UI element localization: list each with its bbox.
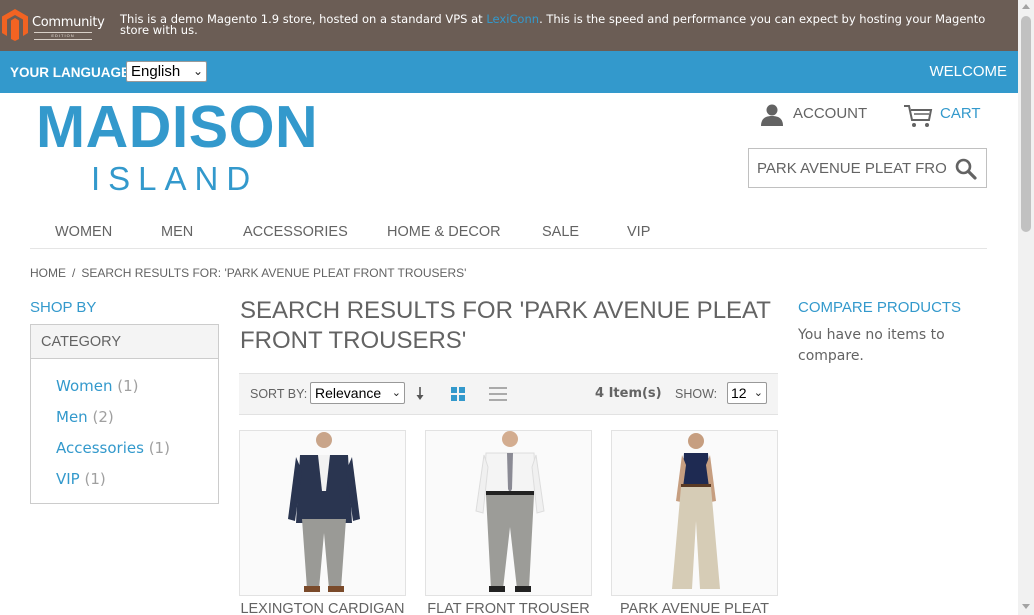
nav-item-vip[interactable]: VIP [627, 224, 650, 240]
product-photo [240, 431, 405, 595]
nav-item-accessories[interactable]: ACCESSORIES [243, 224, 348, 240]
breadcrumb-home[interactable]: HOME [30, 266, 66, 280]
search-box: PARK AVENUE PLEAT FRONT TROUSERS [748, 148, 987, 188]
chevron-down-icon: ⌄ [391, 387, 401, 399]
compare-empty-message: You have no items to compare. [798, 327, 945, 364]
limit-select[interactable]: 12 ⌄ [727, 382, 767, 404]
sort-direction-icon[interactable] [415, 384, 425, 402]
product-name[interactable]: LEXINGTON CARDIGAN [239, 601, 406, 615]
category-item-men[interactable]: Men (2) [56, 408, 114, 426]
show-label: SHOW: [675, 387, 718, 401]
product-image-park-avenue-pleat[interactable] [611, 430, 778, 596]
search-input[interactable]: PARK AVENUE PLEAT FRONT TROUSERS [757, 160, 947, 177]
product-image-lexington-cardigan[interactable] [239, 430, 406, 596]
logo-line1: MADISON [36, 94, 319, 160]
breadcrumb-current: SEARCH RESULTS FOR: 'PARK AVENUE PLEAT F… [81, 266, 467, 280]
shop-by-heading: SHOP BY [30, 299, 97, 316]
logo-line2: ISLAND [91, 160, 259, 197]
limit-selected-value: 12 [731, 385, 747, 401]
category-name: Accessories [56, 439, 144, 457]
cart-icon [904, 105, 933, 127]
language-select[interactable]: English ⌄ [126, 61, 207, 82]
nav-item-men[interactable]: MEN [161, 224, 193, 240]
cart-label: CART [940, 105, 981, 122]
category-item-accessories[interactable]: Accessories (1) [56, 439, 170, 457]
page-title: SEARCH RESULTS FOR 'PARK AVENUE PLEAT FR… [240, 297, 771, 354]
magento-logo-icon [2, 9, 28, 41]
category-filter-header: CATEGORY [31, 325, 218, 359]
category-name: Women [56, 377, 113, 395]
scrollbar-thumb[interactable] [1021, 16, 1031, 232]
product-name[interactable]: PARK AVENUE PLEAT [611, 601, 778, 615]
product-name[interactable]: FLAT FRONT TROUSER [425, 601, 592, 615]
sort-selected-value: Relevance [315, 385, 382, 401]
language-label: YOUR LANGUAGE: [10, 65, 135, 80]
page-scrollbar[interactable] [1018, 0, 1034, 615]
lexiconn-link[interactable]: LexiConn [486, 12, 539, 26]
demo-notice-text: This is a demo Magento 1.9 store, hosted… [120, 12, 1005, 36]
breadcrumb-separator: / [72, 266, 76, 280]
results-toolbar: SORT BY: Relevance ⌄ 4 Item(s) SHOW: 12 … [239, 373, 778, 415]
logo-text: Community [32, 15, 105, 30]
category-filter-title: CATEGORY [41, 334, 122, 350]
breadcrumb: HOME / SEARCH RESULTS FOR: 'PARK AVENUE PL… [30, 266, 466, 280]
sort-by-select[interactable]: Relevance ⌄ [310, 382, 405, 404]
nav-item-women[interactable]: WOMEN [55, 224, 112, 240]
product-photo [612, 431, 777, 595]
language-bar: YOUR LANGUAGE: English ⌄ WELCOME [0, 51, 1018, 93]
welcome-message: WELCOME [929, 63, 1007, 80]
chevron-down-icon: ⌄ [192, 64, 203, 78]
compare-products-heading: COMPARE PRODUCTS [798, 299, 962, 316]
demo-notice-bar: Community EDITION This is a demo Magento… [0, 0, 1018, 51]
logo-subtext: EDITION [34, 32, 92, 40]
category-item-vip[interactable]: VIP (1) [56, 470, 106, 488]
category-item-women[interactable]: Women (1) [56, 377, 139, 395]
grid-view-icon[interactable] [451, 387, 465, 401]
sort-by-label: SORT BY: [250, 387, 308, 401]
list-view-icon[interactable] [489, 387, 507, 401]
nav-item-sale[interactable]: SALE [542, 224, 579, 240]
product-photo [426, 431, 591, 595]
search-icon[interactable] [954, 157, 978, 181]
scroll-down-arrow-icon[interactable] [1022, 604, 1030, 609]
category-count: (1) [117, 377, 139, 395]
product-image-flat-front-trouser[interactable] [425, 430, 592, 596]
nav-item-home-decor[interactable]: HOME & DECOR [387, 224, 501, 240]
category-filter: CATEGORY Women (1) Men (2) Accessories (… [30, 324, 219, 504]
category-count: (1) [84, 470, 106, 488]
item-count: 4 Item(s) [595, 386, 662, 401]
category-count: (1) [148, 439, 170, 457]
account-label: ACCOUNT [793, 105, 868, 122]
language-selected-value: English [131, 63, 181, 80]
chevron-down-icon: ⌄ [753, 387, 763, 399]
scroll-up-arrow-icon[interactable] [1022, 4, 1030, 9]
category-name: Men [56, 408, 88, 426]
user-icon [761, 104, 783, 126]
category-name: VIP [56, 470, 80, 488]
magento-logo[interactable]: Community EDITION [0, 7, 105, 43]
category-count: (2) [92, 408, 114, 426]
main-nav: WOMEN MEN ACCESSORIES HOME & DECOR SALE … [30, 218, 987, 249]
